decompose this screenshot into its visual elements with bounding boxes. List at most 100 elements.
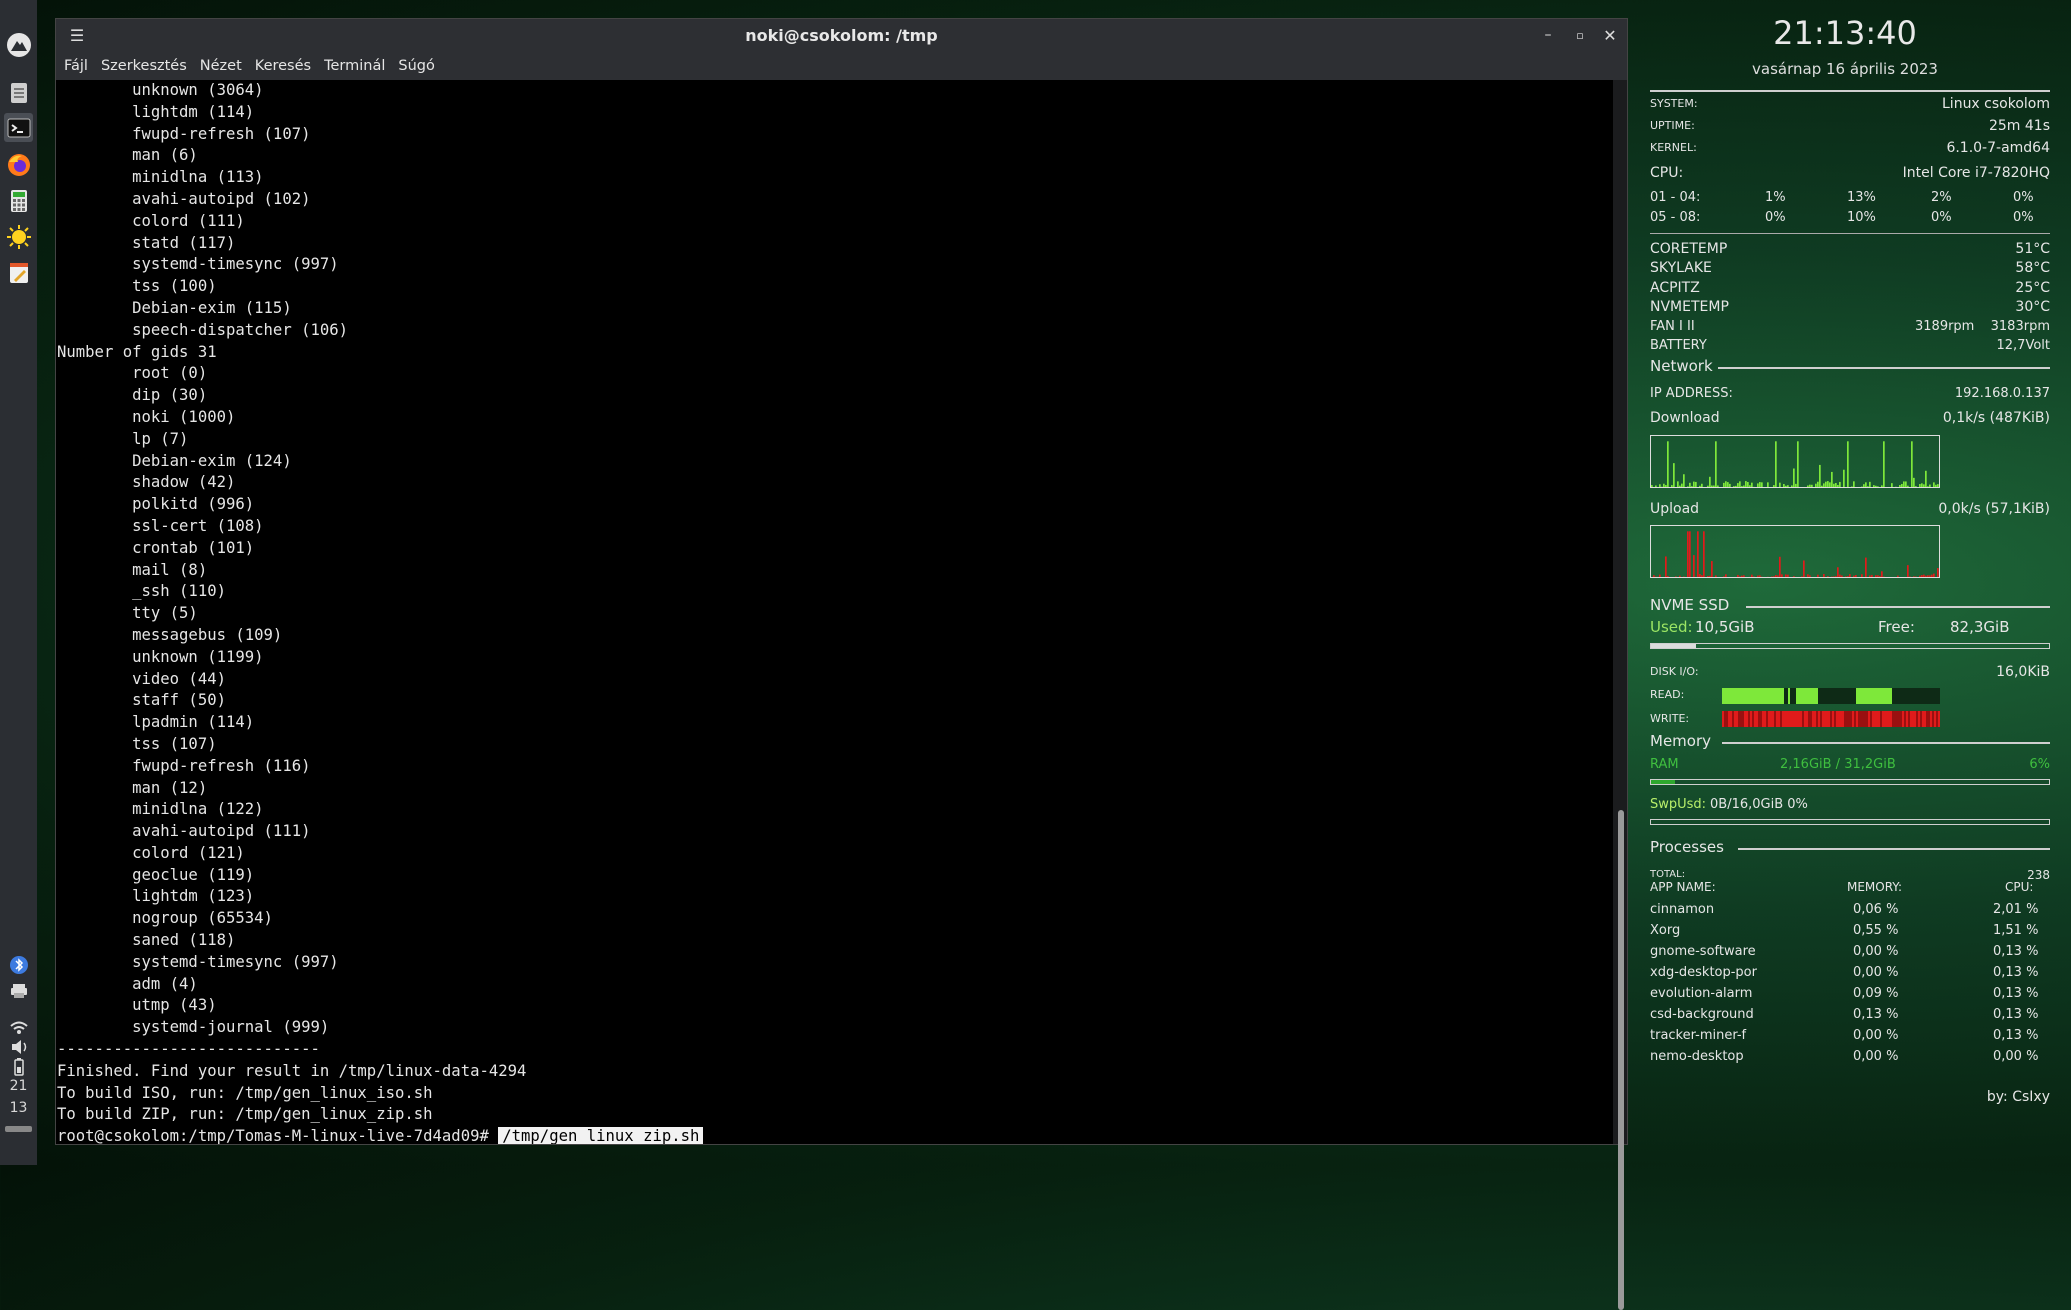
graph-bar [1833, 577, 1835, 578]
graph-bar [1929, 485, 1931, 488]
graph-bar [1814, 711, 1816, 727]
graph-bar [1756, 711, 1758, 727]
maximize-icon[interactable]: ▫ [1565, 19, 1595, 52]
graph-bar [1770, 688, 1772, 704]
sensor-label: SKYLAKE [1650, 259, 1712, 277]
menu-file[interactable]: Fájl [56, 52, 88, 80]
graph-bar [1737, 575, 1739, 578]
panel-clock-minute[interactable]: 13 [0, 1100, 37, 1116]
graph-bar [1901, 484, 1903, 488]
process-memory: 0,00 % [1853, 1028, 1898, 1043]
sensor-value: 30°C [2015, 298, 2050, 316]
terminal-line: tss (100) [57, 276, 1613, 298]
graph-bar [1926, 688, 1928, 704]
graph-bar [1881, 571, 1883, 578]
menu-terminal[interactable]: Terminál [316, 52, 385, 80]
terminal-line: colord (121) [57, 843, 1613, 865]
graph-bar [1891, 483, 1893, 488]
process-cpu: 0,13 % [1993, 944, 2038, 959]
printer-icon[interactable] [4, 975, 33, 1004]
processes-section-title: Processes [1650, 838, 1730, 856]
scrollbar-thumb[interactable] [1618, 810, 1624, 1310]
graph-bar [1750, 688, 1752, 704]
graph-bar [1878, 711, 1880, 727]
weather-icon[interactable] [4, 222, 33, 251]
disk-section-title: NVME SSD [1650, 596, 1735, 614]
terminal-icon[interactable] [4, 113, 33, 142]
graph-bar [1786, 688, 1788, 704]
graph-bar [1717, 485, 1719, 488]
graph-bar [1726, 711, 1728, 727]
close-icon[interactable]: ✕ [1595, 19, 1625, 52]
terminal-line: staff (50) [57, 690, 1613, 712]
graph-bar [1834, 711, 1836, 727]
graph-bar [1659, 575, 1661, 578]
graph-bar [1863, 484, 1865, 488]
menu-edit[interactable]: Szerkesztés [93, 52, 187, 80]
graph-bar [1861, 574, 1863, 578]
graph-bar [1890, 711, 1892, 727]
graph-bar [1931, 575, 1933, 578]
graph-bar [1800, 688, 1802, 704]
graph-bar [1914, 711, 1916, 727]
graph-bar [1838, 711, 1840, 727]
graph-bar [1874, 711, 1876, 727]
graph-bar [1816, 688, 1818, 704]
graph-bar [1758, 688, 1760, 704]
graph-bar [1902, 711, 1904, 727]
title-bar[interactable]: ☰ noki@csokolom: /tmp – ▫ ✕ [56, 19, 1627, 52]
workspace-switcher[interactable] [5, 1126, 32, 1132]
memory-section-title: Memory [1650, 732, 1717, 750]
panel-clock-hour[interactable]: 21 [0, 1078, 37, 1094]
graph-bar [1833, 484, 1835, 488]
firefox-icon[interactable] [4, 150, 33, 179]
graph-bar [1687, 531, 1689, 578]
graph-bar [1792, 711, 1794, 727]
cpu-core-value: 10% [1847, 209, 1876, 227]
terminal-line: messagebus (109) [57, 625, 1613, 647]
graph-bar [1651, 577, 1653, 578]
graph-bar [1860, 711, 1862, 727]
terminal-output[interactable]: unknown (3064) lightdm (114) fwupd-refre… [57, 80, 1613, 1144]
header-memory: MEMORY: [1847, 880, 1902, 894]
graph-bar [1757, 483, 1759, 488]
graph-bar [1821, 486, 1823, 488]
fan-label: FAN I II [1650, 318, 1695, 336]
used-label: Used: [1650, 618, 1693, 636]
upload-graph-plot [1651, 526, 1940, 578]
graph-bar [1701, 484, 1703, 488]
graph-bar [1844, 688, 1846, 704]
minimize-icon[interactable]: – [1533, 19, 1563, 52]
calculator-icon[interactable] [4, 186, 33, 215]
graph-bar [1887, 487, 1889, 488]
command-input[interactable]: /tmp/gen_linux_zip.sh [498, 1127, 703, 1144]
graph-bar [1815, 484, 1817, 488]
terminal-line: statd (117) [57, 233, 1613, 255]
battery-icon[interactable] [4, 1052, 33, 1081]
scrollbar[interactable] [1613, 80, 1627, 1144]
menu-help[interactable]: Súgó [390, 52, 434, 80]
graph-bar [1923, 575, 1925, 578]
graph-bar [1858, 688, 1860, 704]
graph-bar [1715, 441, 1717, 488]
graph-bar [1855, 575, 1857, 578]
process-memory: 0,06 % [1853, 902, 1898, 917]
menu-icon[interactable] [4, 30, 33, 59]
terminal-line: utmp (43) [57, 995, 1613, 1017]
files-icon[interactable] [4, 78, 33, 107]
text-editor-icon[interactable] [4, 258, 33, 287]
terminal-line: unknown (1199) [57, 647, 1613, 669]
menu-view[interactable]: Nézet [192, 52, 242, 80]
graph-bar [1856, 688, 1858, 704]
graph-bar [1861, 487, 1863, 488]
graph-bar [1730, 688, 1732, 704]
graph-bar [1933, 574, 1935, 578]
graph-bar [1850, 711, 1852, 727]
graph-bar [1834, 688, 1836, 704]
cpu-core-value: 1% [1765, 189, 1786, 207]
menu-search[interactable]: Keresés [247, 52, 311, 80]
kernel-label: KERNEL: [1650, 139, 1697, 157]
graph-bar [1781, 574, 1783, 578]
prompt-line[interactable]: root@csokolom:/tmp/Tomas-M-linux-live-7d… [57, 1126, 1613, 1144]
graph-bar [1794, 688, 1796, 704]
